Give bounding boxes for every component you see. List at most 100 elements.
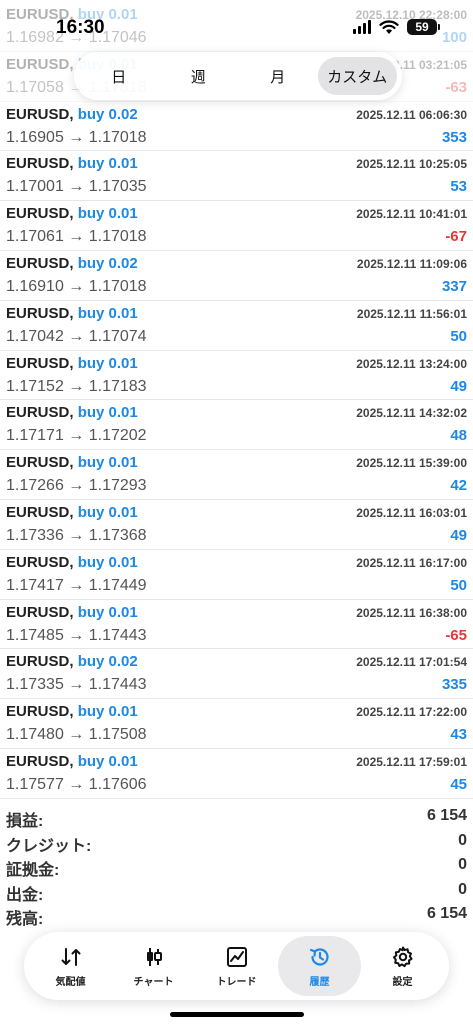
deal-symbol-name: EURUSD, <box>6 205 74 223</box>
deal-profit: 353 <box>441 128 467 146</box>
summary-label: 出金: <box>6 886 44 904</box>
deal-row[interactable]: EURUSD, buy 0.01 2025.12.11 13:24:00 1.171… <box>0 351 473 401</box>
deal-row[interactable]: EURUSD, buy 0.02 2025.12.11 06:06:30 1.169… <box>0 102 473 152</box>
nav-item-4[interactable]: 設定 <box>361 936 444 996</box>
nav-item-2[interactable]: トレード <box>195 936 278 996</box>
deal-profit: 43 <box>450 726 467 744</box>
deal-prices: 1.16905 → 1.17018 <box>6 128 147 146</box>
trade-line-chart-icon <box>226 946 247 967</box>
home-indicator <box>170 1012 304 1017</box>
deal-symbol: EURUSD, buy 0.01 <box>6 155 138 172</box>
deal-side: buy 0.02 <box>77 254 138 272</box>
period-tab-1[interactable]: 週 <box>159 57 239 95</box>
deal-symbol: EURUSD, buy 0.01 <box>6 604 138 621</box>
summary-row: 損益: 6 154 <box>0 805 473 830</box>
summary-value: 0 <box>458 831 467 849</box>
deal-symbol: EURUSD, buy 0.01 <box>6 404 138 421</box>
deal-list: EURUSD, buy 0.01 2025.12.10 22:28:00 1.169… <box>0 2 473 799</box>
period-tab-3[interactable]: カスタム <box>317 57 397 95</box>
deal-time: 2025.12.11 13:24:00 <box>356 356 467 371</box>
cellular-signal-icon <box>353 20 371 34</box>
candlestick-chart-icon <box>146 947 162 966</box>
deal-profit: -63 <box>445 78 467 96</box>
deal-symbol-name: EURUSD, <box>6 254 74 272</box>
deal-prices: 1.17061 → 1.17018 <box>6 228 147 246</box>
deal-row[interactable]: EURUSD, buy 0.01 2025.12.11 17:59:01 1.175… <box>0 749 473 799</box>
deal-side: buy 0.01 <box>77 503 138 521</box>
summary-value: 0 <box>458 880 467 898</box>
deal-profit: 50 <box>450 576 467 594</box>
nav-label: チャート <box>133 976 174 988</box>
battery-icon: 59 <box>407 19 440 35</box>
deal-side: buy 0.01 <box>77 155 138 173</box>
deal-time: 2025.12.11 17:22:00 <box>356 705 467 720</box>
period-tab-0[interactable]: 日 <box>79 57 159 95</box>
deal-time: 2025.12.11 14:32:02 <box>356 406 467 421</box>
deal-side: buy 0.01 <box>77 304 138 322</box>
deal-prices: 1.17335 → 1.17443 <box>6 676 147 694</box>
deal-profit: 49 <box>450 526 467 544</box>
deal-symbol: EURUSD, buy 0.02 <box>6 106 138 123</box>
deal-symbol: EURUSD, buy 0.01 <box>6 554 138 571</box>
deal-profit: -65 <box>445 626 467 644</box>
summary-value: 6 154 <box>426 905 467 922</box>
deal-row[interactable]: EURUSD, buy 0.01 2025.12.11 17:22:00 1.174… <box>0 699 473 749</box>
summary-row: クレジット: 0 <box>0 830 473 855</box>
deal-symbol: EURUSD, buy 0.01 <box>6 355 138 372</box>
deal-profit: 53 <box>450 178 467 196</box>
deal-symbol-name: EURUSD, <box>6 553 74 571</box>
deal-row[interactable]: EURUSD, buy 0.01 2025.12.11 16:03:01 1.173… <box>0 500 473 550</box>
settings-gear-icon <box>392 946 413 967</box>
deal-time: 2025.12.11 15:39:00 <box>356 456 467 471</box>
deal-side: buy 0.01 <box>77 454 138 472</box>
deal-symbol: EURUSD, buy 0.01 <box>6 753 138 770</box>
deal-time: 2025.12.11 16:17:00 <box>356 555 467 570</box>
deal-profit: -67 <box>445 228 467 246</box>
deal-row[interactable]: EURUSD, buy 0.01 2025.12.11 15:39:00 1.172… <box>0 450 473 500</box>
nav-item-1[interactable]: チャート <box>112 936 195 996</box>
deal-side: buy 0.01 <box>77 752 138 770</box>
account-summary: 損益: 6 154 クレジット: 0 証拠金: 0 出金: 0 残高: 6 154 <box>0 805 473 928</box>
deal-symbol-name: EURUSD, <box>6 703 74 721</box>
deal-time: 2025.12.11 11:09:06 <box>356 256 467 271</box>
deal-symbol-name: EURUSD, <box>6 752 74 770</box>
deal-prices: 1.17171 → 1.17202 <box>6 427 147 445</box>
summary-label: 損益: <box>6 813 44 830</box>
summary-value: 0 <box>458 856 467 873</box>
deal-row[interactable]: EURUSD, buy 0.01 2025.12.11 10:25:05 1.170… <box>0 151 473 202</box>
deal-prices: 1.17417 → 1.17449 <box>6 576 147 594</box>
deal-row[interactable]: EURUSD, buy 0.01 2025.12.11 10:41:01 1.170… <box>0 201 473 251</box>
deal-time: 2025.12.11 16:38:00 <box>356 605 467 620</box>
deal-row[interactable]: EURUSD, buy 0.01 2025.12.11 16:17:00 1.174… <box>0 550 473 600</box>
deal-row[interactable]: EURUSD, buy 0.01 2025.12.11 16:38:00 1.174… <box>0 600 473 650</box>
summary-value: 6 154 <box>426 807 467 824</box>
deal-prices: 1.16910 → 1.17018 <box>6 277 147 295</box>
summary-row: 証拠金: 0 <box>0 854 473 879</box>
deal-row[interactable]: EURUSD, buy 0.01 2025.12.11 14:32:02 1.171… <box>0 400 473 451</box>
deal-symbol: EURUSD, buy 0.02 <box>6 255 138 272</box>
history-clock-icon <box>309 947 329 966</box>
deal-prices: 1.17485 → 1.17443 <box>6 626 147 644</box>
deal-side: buy 0.01 <box>77 553 138 571</box>
period-tab-2[interactable]: 月 <box>238 57 318 95</box>
deal-symbol: EURUSD, buy 0.01 <box>6 504 138 521</box>
deal-profit: 335 <box>441 676 467 694</box>
wifi-icon <box>379 20 399 34</box>
bottom-navigation: 気配値 チャート トレード 履歴 設定 <box>24 932 449 1000</box>
deal-symbol-name: EURUSD, <box>6 304 74 322</box>
deal-row[interactable]: EURUSD, buy 0.02 2025.12.11 11:09:06 1.169… <box>0 251 473 301</box>
deal-symbol-name: EURUSD, <box>6 105 74 123</box>
deal-symbol-name: EURUSD, <box>6 503 74 521</box>
deal-profit: 49 <box>450 377 467 395</box>
deal-side: buy 0.02 <box>77 105 138 123</box>
nav-item-3[interactable]: 履歴 <box>278 936 361 996</box>
deal-profit: 48 <box>450 427 467 445</box>
deal-side: buy 0.02 <box>77 653 138 671</box>
nav-item-0[interactable]: 気配値 <box>29 936 112 996</box>
deal-symbol-name: EURUSD, <box>6 454 74 472</box>
deal-row[interactable]: EURUSD, buy 0.01 2025.12.11 11:56:01 1.170… <box>0 301 473 351</box>
deal-time: 2025.12.11 17:01:54 <box>356 655 467 670</box>
deal-side: buy 0.01 <box>77 603 138 621</box>
deal-profit: 42 <box>450 477 467 495</box>
deal-row[interactable]: EURUSD, buy 0.02 2025.12.11 17:01:54 1.173… <box>0 649 473 700</box>
